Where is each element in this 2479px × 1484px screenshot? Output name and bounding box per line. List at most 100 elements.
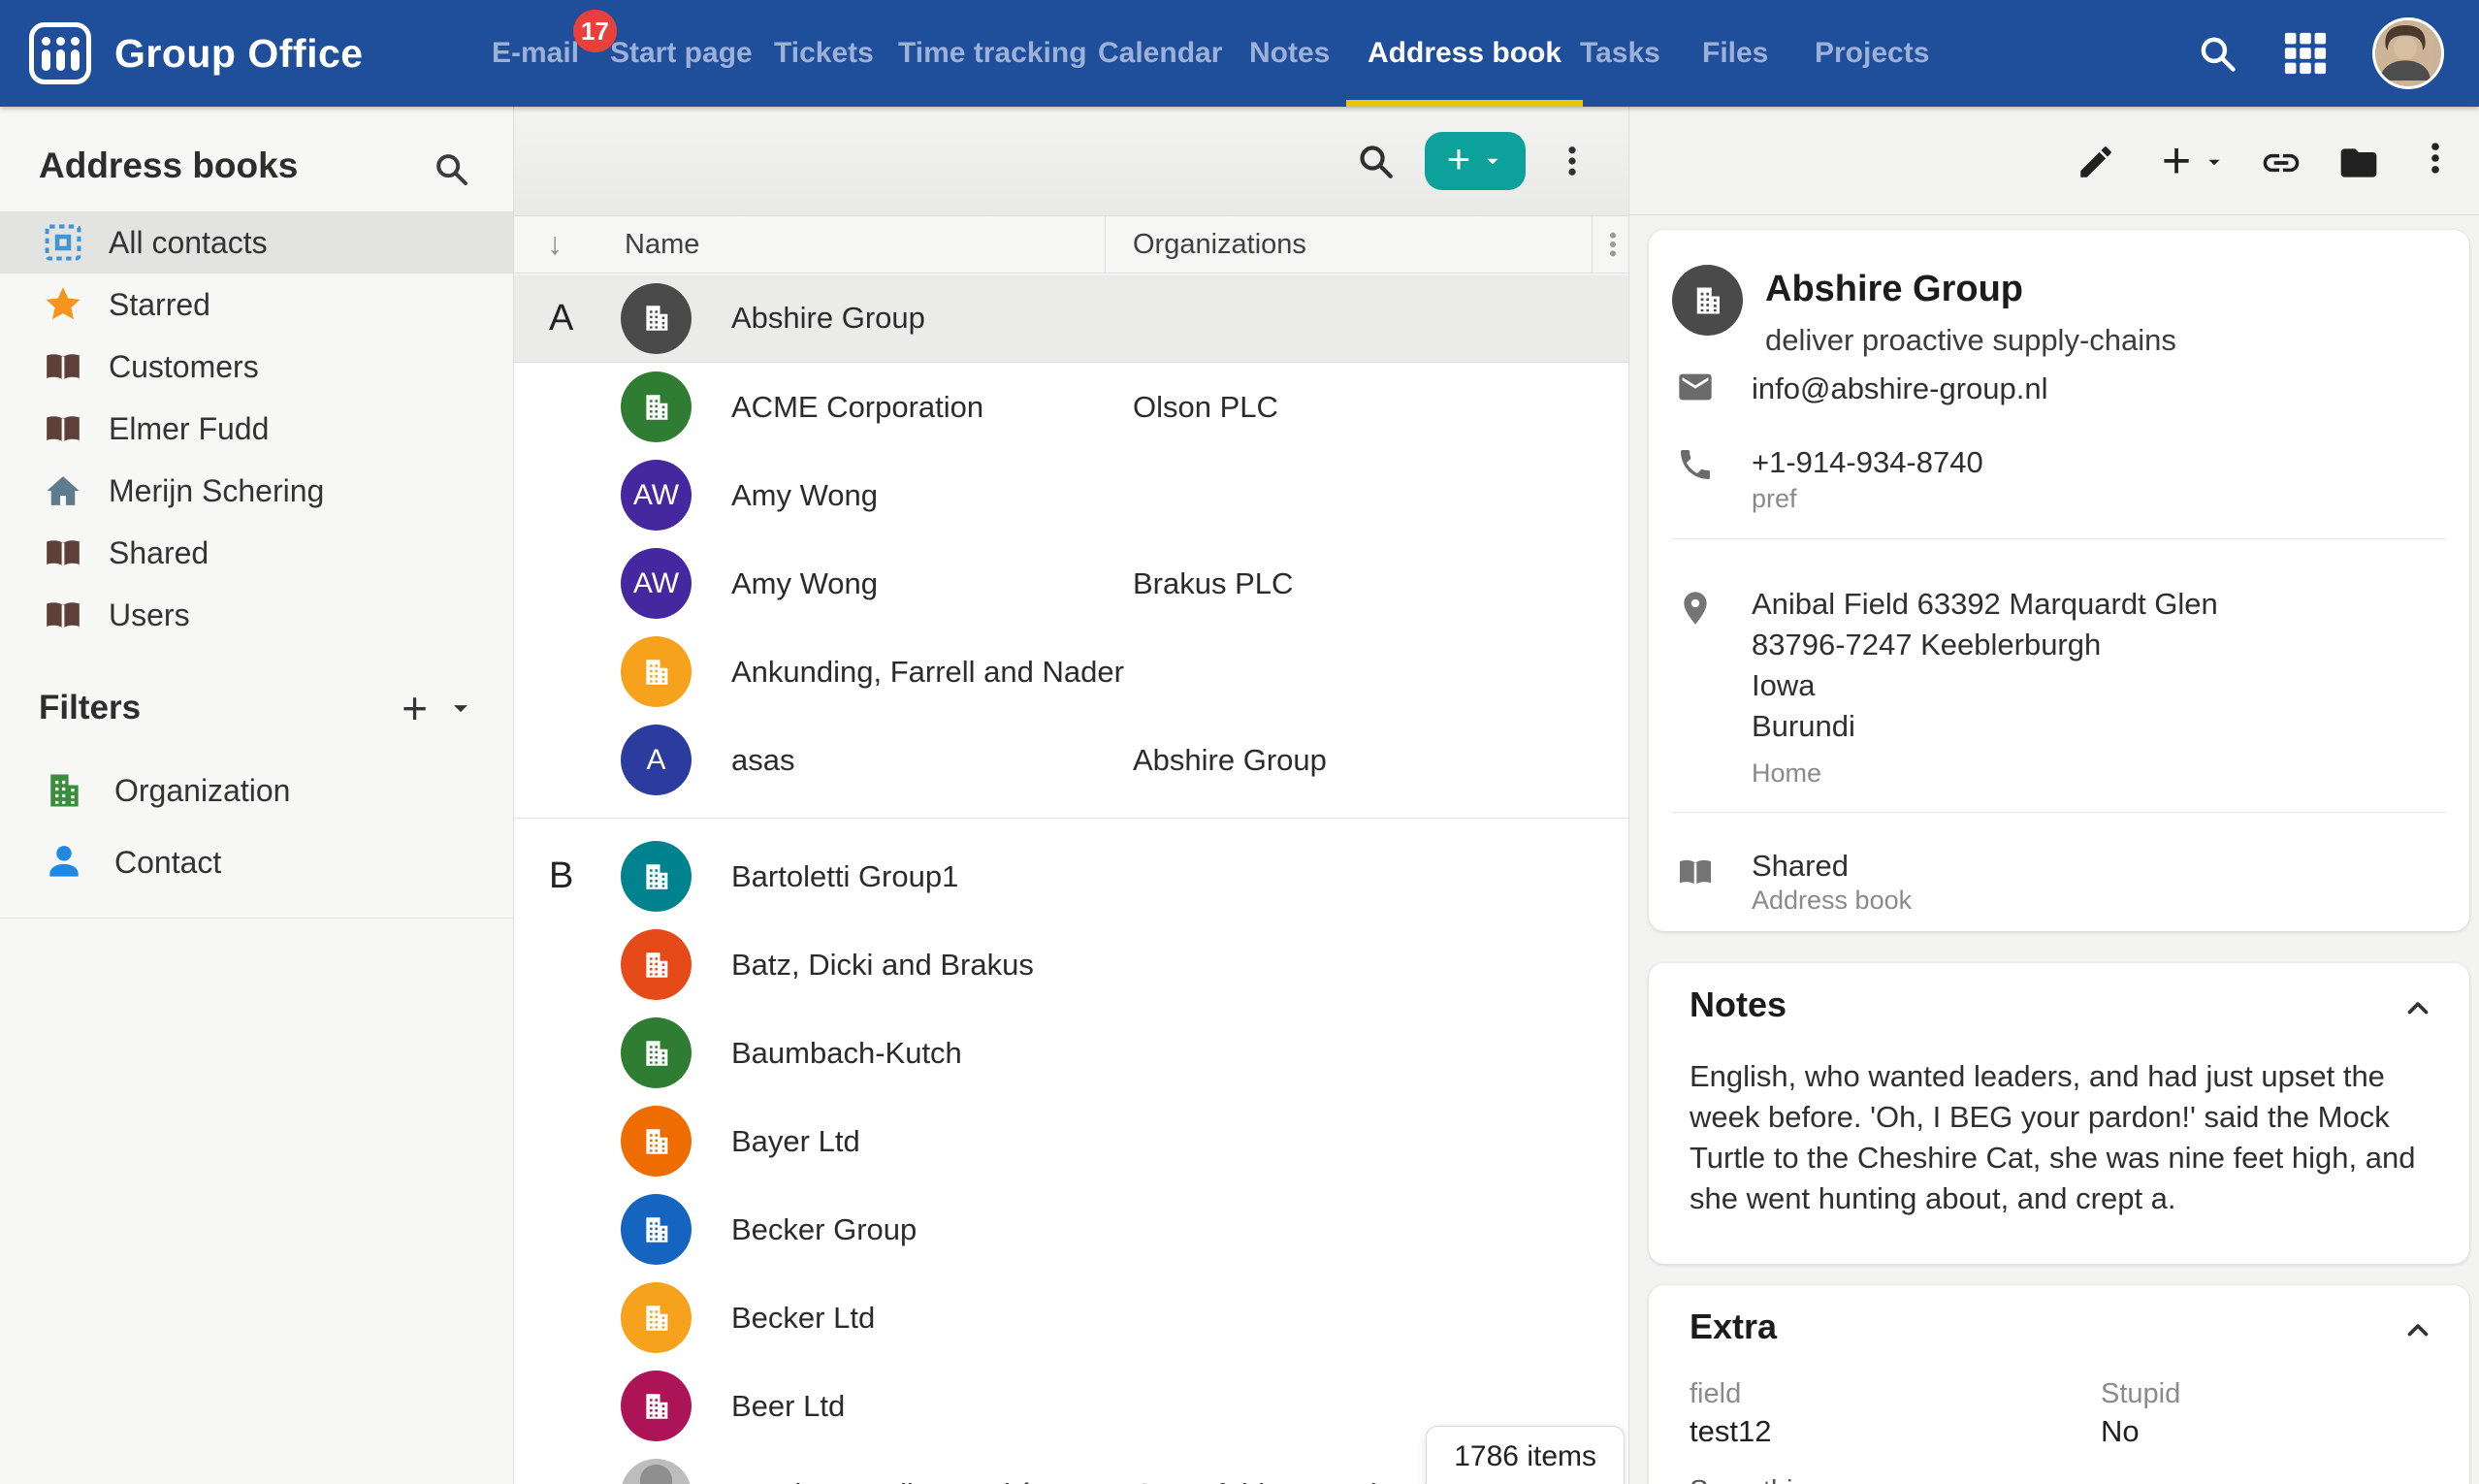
contact-name: asas: [731, 743, 794, 778]
nav-tab-tickets[interactable]: Tickets: [774, 0, 874, 107]
add-filter-icon[interactable]: +: [402, 686, 428, 730]
detail-add-icon[interactable]: +: [2153, 138, 2200, 184]
item-count-badge: 1786 items: [1426, 1426, 1625, 1484]
detail-more-icon[interactable]: [2417, 140, 2454, 177]
organization-avatar: [621, 1017, 692, 1088]
contact-row[interactable]: Bayer Ltd: [514, 1097, 1628, 1185]
columns-menu-icon[interactable]: [1598, 230, 1627, 259]
contact-row[interactable]: AAbshire Group: [514, 274, 1628, 363]
sidebar-item-users[interactable]: Users: [0, 584, 513, 646]
contact-row[interactable]: Becker Ltd: [514, 1274, 1628, 1362]
sidebar-item-shared[interactable]: Shared: [0, 522, 513, 584]
detail-panel: + Abshire Group deliver proactive supply…: [1629, 107, 2479, 1484]
contact-row[interactable]: AWAmy Wong: [514, 451, 1628, 539]
apps-grid-icon[interactable]: [2283, 31, 2328, 76]
detail-add-caret-icon[interactable]: [2204, 151, 2225, 173]
contact-row[interactable]: Batz, Dicki and Brakus: [514, 920, 1628, 1009]
filter-item-contact[interactable]: Contact: [0, 826, 513, 898]
add-caret-icon: [1482, 150, 1503, 172]
building-icon: [640, 391, 673, 424]
column-name[interactable]: Name: [625, 229, 699, 261]
sidebar-item-label: Merijn Schering: [109, 473, 324, 509]
contact-name: Bender Bending Rodríguez: [731, 1477, 1094, 1484]
building-icon: [640, 656, 673, 689]
navbar-right: [2196, 0, 2444, 107]
add-contact-button[interactable]: +: [1425, 132, 1526, 190]
sidebar-divider: [0, 918, 513, 919]
contact-email[interactable]: info@abshire-group.nl: [1752, 371, 2047, 406]
nav-tab-projects[interactable]: Projects: [1815, 0, 1929, 107]
nav-tab-start-page[interactable]: Start page: [610, 0, 753, 107]
nav-tab-files[interactable]: Files: [1702, 0, 1768, 107]
custom-field-label-clipped: Something: [1690, 1475, 1824, 1484]
contact-name: Ankunding, Farrell and Nader: [731, 655, 1124, 690]
sidebar-item-customers[interactable]: Customers: [0, 336, 513, 398]
groupoffice-logo-icon: [29, 22, 91, 84]
addressbook-search-icon[interactable]: [432, 149, 470, 188]
user-avatar[interactable]: [2372, 17, 2444, 89]
contact-name: ACME Corporation: [731, 390, 983, 425]
app-root: Group Office E-mail17Start pageTicketsTi…: [0, 0, 2479, 1484]
list-more-icon[interactable]: [1555, 144, 1590, 178]
column-organizations[interactable]: Organizations: [1133, 229, 1306, 261]
contact-row[interactable]: Becker Group: [514, 1185, 1628, 1274]
collapse-notes-icon[interactable]: [2401, 992, 2434, 1025]
organization-avatar: [621, 283, 692, 354]
email-icon: [1676, 368, 1715, 406]
link-icon[interactable]: [2260, 142, 2302, 184]
custom-field-value: No: [2101, 1414, 2140, 1449]
contact-addressbook-name: Shared: [1752, 849, 1849, 884]
sort-direction-icon[interactable]: ↓: [547, 226, 563, 262]
sidebar: Address books All contactsStarredCustome…: [0, 107, 514, 1484]
sidebar-item-starred[interactable]: Starred: [0, 274, 513, 336]
building-icon: [640, 1213, 673, 1246]
address-line: Burundi: [1752, 709, 2218, 750]
notes-card: Notes English, who wanted leaders, and h…: [1649, 963, 2469, 1264]
avatar-initials: A: [646, 744, 665, 777]
contact-row[interactable]: Ankunding, Farrell and Nader: [514, 628, 1628, 716]
files-icon[interactable]: [2337, 142, 2380, 184]
sidebar-item-merijn-schering[interactable]: Merijn Schering: [0, 460, 513, 522]
contact-jobtitle: deliver proactive supply-chains: [1765, 323, 2176, 358]
global-search-icon[interactable]: [2196, 32, 2238, 75]
contact-row[interactable]: ACME Corporation Olson PLC: [514, 363, 1628, 451]
building-icon: [640, 1390, 673, 1423]
sidebar-item-all-contacts[interactable]: All contacts: [0, 211, 513, 274]
book-icon: [43, 532, 83, 573]
contact-row[interactable]: BBartoletti Group1: [514, 832, 1628, 920]
contact-list-panel: + ↓ Name Organizations AAbshire GroupACM…: [514, 107, 1629, 1484]
collapse-extra-icon[interactable]: [2401, 1314, 2434, 1347]
notes-title: Notes: [1690, 984, 1787, 1025]
sidebar-item-elmer-fudd[interactable]: Elmer Fudd: [0, 398, 513, 460]
contact-row[interactable]: AasasAbshire Group: [514, 716, 1628, 804]
nav-tab-label: Notes: [1249, 37, 1330, 70]
section-divider: [514, 804, 1628, 832]
nav-tab-address-book[interactable]: Address book: [1368, 0, 1561, 107]
contact-phone[interactable]: +1-914-934-8740: [1752, 445, 1983, 480]
contact-name: Abshire Group: [1765, 269, 2023, 310]
contact-organization: Olson PLC: [1133, 390, 1278, 425]
nav-tab-time-tracking[interactable]: Time tracking: [898, 0, 1087, 107]
nav-tab-tasks[interactable]: Tasks: [1580, 0, 1660, 107]
nav-tab-e-mail[interactable]: E-mail17: [492, 0, 579, 107]
sidebar-item-label: Users: [109, 597, 190, 633]
contact-card: Abshire Group deliver proactive supply-c…: [1649, 230, 2469, 931]
nav-tab-label: Start page: [610, 37, 753, 70]
plus-icon: +: [1447, 139, 1471, 179]
nav-tab-calendar[interactable]: Calendar: [1098, 0, 1222, 107]
home-icon: [43, 470, 83, 511]
detail-toolbar: +: [1629, 107, 2479, 215]
filter-item-organization[interactable]: Organization: [0, 755, 513, 826]
building-icon: [640, 1302, 673, 1335]
initials-avatar: AW: [621, 460, 692, 531]
organization-avatar: [621, 1282, 692, 1353]
address-line: Anibal Field 63392 Marquardt Glen: [1752, 587, 2218, 628]
list-search-icon[interactable]: [1355, 141, 1396, 181]
nav-tab-notes[interactable]: Notes: [1249, 0, 1330, 107]
edit-icon[interactable]: [2076, 142, 2116, 182]
contact-row[interactable]: Baumbach-Kutch: [514, 1009, 1628, 1097]
filters-caret-icon[interactable]: [447, 694, 474, 722]
sidebar-item-label: Starred: [109, 287, 210, 323]
contact-name: Becker Group: [731, 1212, 917, 1247]
contact-row[interactable]: AWAmy WongBrakus PLC: [514, 539, 1628, 628]
